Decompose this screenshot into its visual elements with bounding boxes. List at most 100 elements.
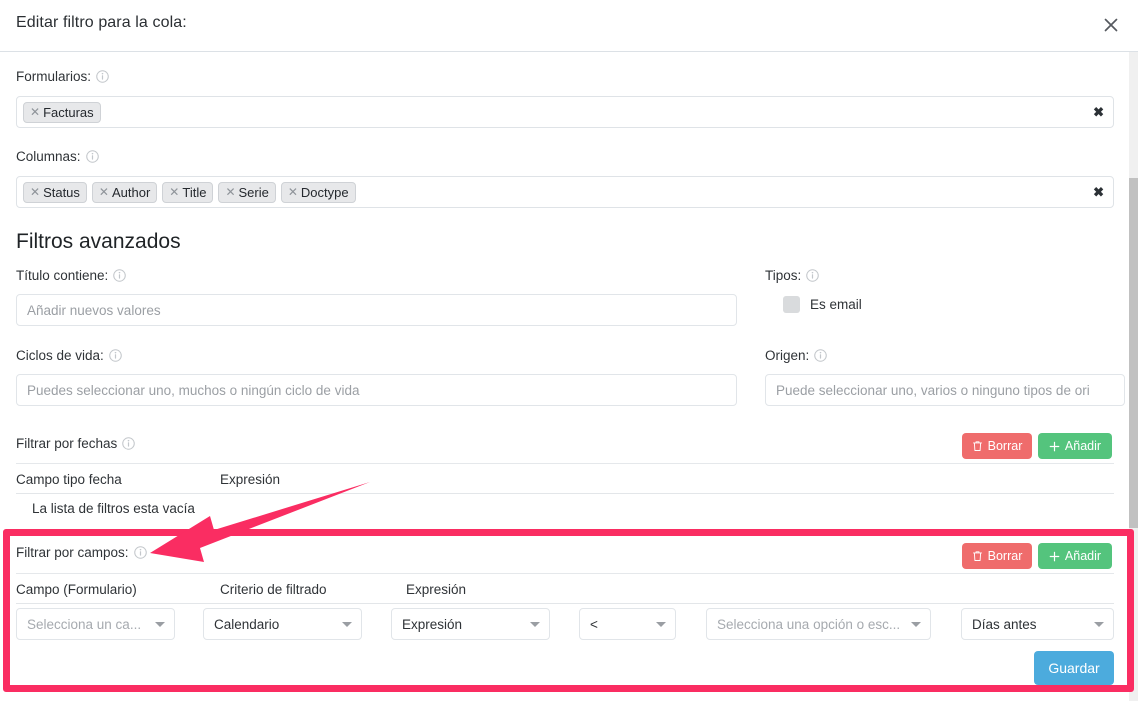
- info-icon[interactable]: [806, 269, 820, 282]
- tag-remove-icon[interactable]: ✕: [99, 186, 109, 198]
- types-label: Tipos:: [765, 268, 802, 283]
- field-filters-add-button[interactable]: Añadir: [1038, 543, 1112, 569]
- date-filters-label: Filtrar por fechas: [16, 436, 118, 451]
- info-icon[interactable]: [122, 437, 136, 450]
- lifecycles-label-row: Ciclos de vida:: [16, 348, 122, 363]
- tag-chip[interactable]: ✕ Author: [91, 181, 158, 203]
- trash-icon: [972, 440, 983, 452]
- date-filters-label-row: Filtrar por fechas: [16, 436, 136, 451]
- clear-all-icon[interactable]: ✖: [1093, 106, 1104, 119]
- chevron-down-icon: [530, 622, 540, 627]
- close-icon[interactable]: [1098, 12, 1124, 38]
- empty-list-message: La lista de filtros esta vacía: [32, 501, 195, 516]
- criteria-select-value: Calendario: [214, 616, 280, 632]
- page-title: Editar filtro para la cola:: [16, 14, 187, 31]
- info-icon[interactable]: [85, 150, 99, 163]
- column-header: Expresión: [202, 472, 1114, 494]
- chevron-down-icon: [911, 622, 921, 627]
- divider: [16, 573, 1114, 574]
- clear-all-icon[interactable]: ✖: [1093, 186, 1104, 199]
- tag-chip[interactable]: ✕ Title: [162, 181, 214, 203]
- info-icon[interactable]: [814, 349, 828, 362]
- tag-label: Doctype: [300, 184, 349, 200]
- lifecycles-label: Ciclos de vida:: [16, 348, 104, 363]
- is-email-checkbox-row[interactable]: Es email: [783, 296, 862, 313]
- tag-chip[interactable]: ✕ Facturas: [23, 101, 101, 123]
- column-header: Criterio de filtrado: [202, 582, 388, 604]
- expression-select-value: Expresión: [402, 616, 463, 632]
- columns-tag-input[interactable]: ✕ Status ✕ Author ✕ Title ✕ Serie ✕ Doct…: [16, 176, 1114, 208]
- tag-remove-icon[interactable]: ✕: [225, 186, 235, 198]
- tag-label: Serie: [238, 184, 269, 200]
- scrollbar-thumb[interactable]: [1129, 178, 1138, 528]
- chevron-down-icon: [656, 622, 666, 627]
- field-select[interactable]: Selecciona un ca...: [16, 608, 175, 640]
- date-filters-table: Campo tipo fecha Expresión La lista de f…: [16, 472, 1114, 516]
- criteria-select[interactable]: Calendario: [203, 608, 362, 640]
- plus-icon: [1049, 551, 1060, 562]
- save-button-label: Guardar: [1048, 660, 1100, 676]
- modal-body: Formularios: ✕ Facturas ✖ Columnas: ✕ St…: [0, 52, 1130, 701]
- info-icon[interactable]: [109, 349, 122, 362]
- forms-label: Formularios:: [16, 69, 92, 84]
- tag-remove-icon[interactable]: ✕: [30, 186, 40, 198]
- operator-select[interactable]: <: [579, 608, 676, 640]
- info-icon[interactable]: [133, 546, 147, 559]
- tag-label: Status: [43, 184, 80, 200]
- field-filters-delete-label: Borrar: [987, 549, 1023, 563]
- is-email-label: Es email: [810, 297, 862, 312]
- title-contains-input[interactable]: Añadir nuevos valores: [16, 294, 737, 326]
- forms-label-row: Formularios:: [16, 69, 109, 84]
- tag-label: Facturas: [43, 104, 94, 120]
- trash-icon: [972, 550, 983, 562]
- tag-label: Author: [111, 184, 151, 200]
- offset-select-value: Días antes: [972, 616, 1037, 632]
- modal-header: Editar filtro para la cola:: [0, 0, 1138, 52]
- field-filters-label-row: Filtrar por campos:: [16, 545, 147, 560]
- plus-icon: [1049, 441, 1060, 452]
- divider: [16, 463, 1114, 464]
- edit-filter-modal: Editar filtro para la cola: Formularios:…: [0, 0, 1138, 701]
- chevron-down-icon: [1094, 622, 1104, 627]
- is-email-checkbox[interactable]: [783, 296, 800, 313]
- date-filters-delete-label: Borrar: [987, 439, 1023, 453]
- tag-chip[interactable]: ✕ Serie: [218, 181, 276, 203]
- date-filters-add-button[interactable]: Añadir: [1038, 433, 1112, 459]
- date-filters-add-label: Añadir: [1064, 439, 1102, 453]
- option-select[interactable]: Selecciona una opción o esc...: [706, 608, 931, 640]
- title-contains-label: Título contiene:: [16, 268, 109, 283]
- save-button[interactable]: Guardar: [1034, 651, 1114, 685]
- title-contains-label-row: Título contiene:: [16, 268, 127, 283]
- tag-remove-icon[interactable]: ✕: [30, 106, 40, 118]
- date-filters-delete-button[interactable]: Borrar: [962, 433, 1032, 459]
- tag-chip[interactable]: ✕ Doctype: [280, 181, 356, 203]
- advanced-filters-heading: Filtros avanzados: [16, 230, 181, 253]
- origin-label: Origen:: [765, 348, 810, 363]
- forms-tag-input[interactable]: ✕ Facturas ✖: [16, 96, 1114, 128]
- column-header: Campo tipo fecha: [16, 472, 202, 494]
- column-header: Expresión: [388, 582, 1114, 604]
- field-filters-label: Filtrar por campos:: [16, 545, 129, 560]
- field-filters-add-label: Añadir: [1064, 549, 1102, 563]
- columns-label-row: Columnas:: [16, 149, 99, 164]
- tag-remove-icon[interactable]: ✕: [288, 186, 298, 198]
- chevron-down-icon: [155, 622, 165, 627]
- tag-label: Title: [182, 184, 207, 200]
- tag-remove-icon[interactable]: ✕: [169, 186, 179, 198]
- chevron-down-icon: [342, 622, 352, 627]
- field-select-value: Selecciona un ca...: [27, 616, 142, 632]
- lifecycles-input[interactable]: Puedes seleccionar uno, muchos o ningún …: [16, 374, 737, 406]
- origin-label-row: Origen:: [765, 348, 828, 363]
- field-filters-delete-button[interactable]: Borrar: [962, 543, 1032, 569]
- origin-input[interactable]: Puede seleccionar uno, varios o ninguno …: [765, 374, 1125, 406]
- expression-select[interactable]: Expresión: [391, 608, 550, 640]
- info-icon[interactable]: [96, 70, 109, 83]
- offset-select[interactable]: Días antes: [961, 608, 1114, 640]
- column-header: Campo (Formulario): [16, 582, 202, 604]
- option-select-value: Selecciona una opción o esc...: [717, 616, 901, 632]
- types-label-row: Tipos:: [765, 268, 820, 283]
- columns-label: Columnas:: [16, 149, 81, 164]
- operator-select-value: <: [590, 616, 598, 632]
- info-icon[interactable]: [113, 269, 127, 282]
- tag-chip[interactable]: ✕ Status: [23, 181, 87, 203]
